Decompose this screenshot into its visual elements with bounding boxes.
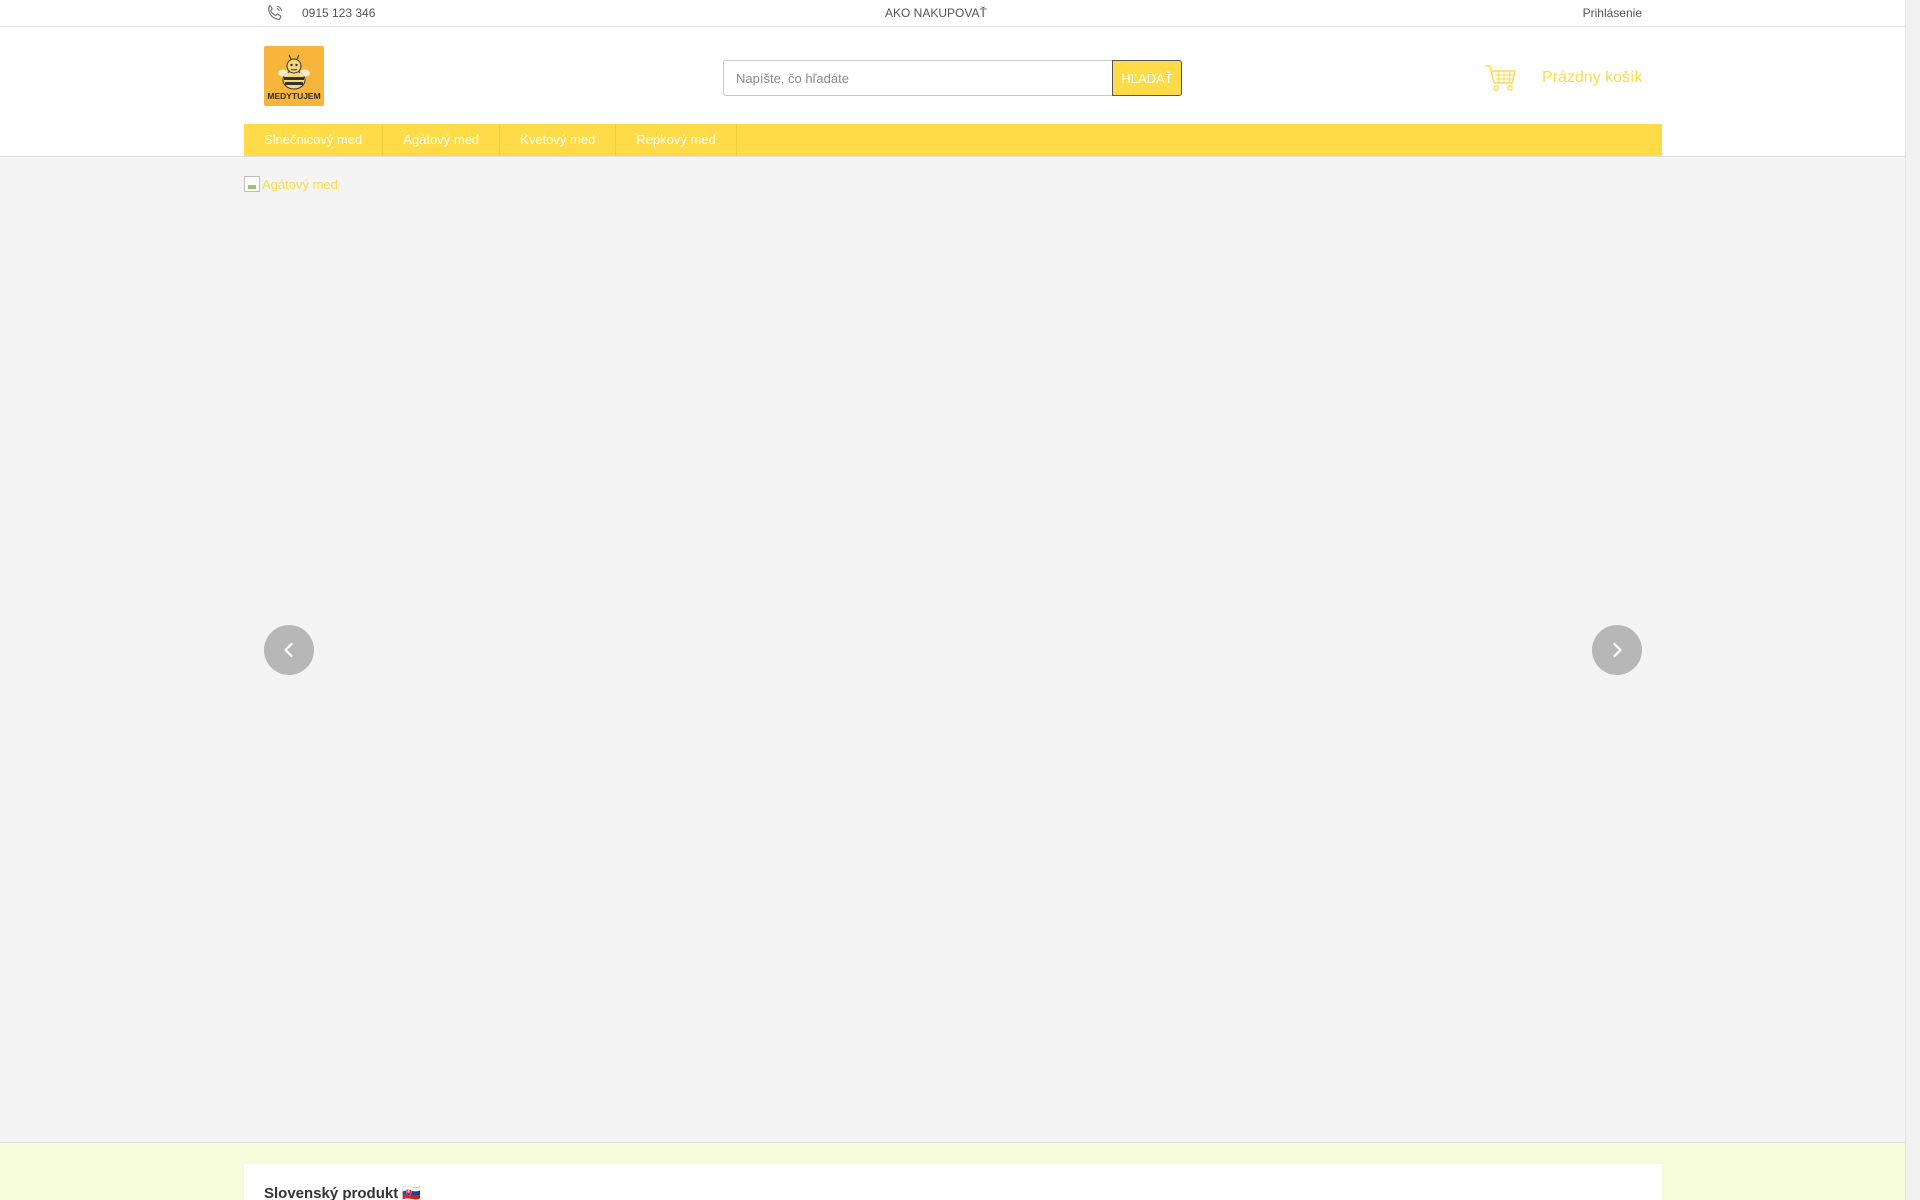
broken-image-icon bbox=[244, 176, 260, 192]
hero-carousel: Agátový med bbox=[0, 158, 1905, 1143]
nav-item-repkovy-med[interactable]: Repkový med bbox=[616, 124, 737, 156]
chevron-left-icon bbox=[284, 642, 293, 658]
logo-text: MEDYTUJEM bbox=[267, 91, 320, 101]
login-link[interactable]: Prihlásenie bbox=[1583, 6, 1642, 20]
page: 0915 123 346 AKO NAKUPOVAŤ Prihlásenie M… bbox=[0, 0, 1905, 1200]
top-bar-inner: 0915 123 346 AKO NAKUPOVAŤ Prihlásenie bbox=[264, 0, 1642, 27]
search-button[interactable]: HĽADAŤ bbox=[1112, 60, 1182, 96]
phone-number[interactable]: 0915 123 346 bbox=[302, 6, 375, 20]
cart-icon bbox=[1485, 65, 1516, 91]
hero-image[interactable]: Agátový med bbox=[244, 176, 338, 192]
nav-item-slnecnicovy-med[interactable]: Slnečnicový med bbox=[244, 124, 384, 156]
how-to-shop-link[interactable]: AKO NAKUPOVAŤ bbox=[885, 6, 987, 20]
cart-label: Prázdny košík bbox=[1542, 69, 1643, 86]
phone-icon bbox=[267, 4, 282, 21]
product-section: Slovenský produkt 🇸🇰 bbox=[244, 1164, 1662, 1200]
carousel-next-button[interactable] bbox=[1592, 625, 1642, 675]
section-title: Slovenský produkt 🇸🇰 bbox=[264, 1185, 422, 1200]
chevron-right-icon bbox=[1613, 642, 1622, 658]
carousel-prev-button[interactable] bbox=[264, 625, 314, 675]
logo[interactable]: MEDYTUJEM bbox=[264, 46, 324, 106]
nav-item-agatovy-med[interactable]: Agátový med bbox=[383, 124, 501, 156]
top-bar: 0915 123 346 AKO NAKUPOVAŤ Prihlásenie bbox=[0, 0, 1905, 27]
main-nav: Slnečnicový med Agátový med Kvetový med … bbox=[244, 124, 1662, 156]
bee-logo-icon: MEDYTUJEM bbox=[264, 46, 324, 106]
search-input[interactable] bbox=[723, 60, 1113, 96]
nav-item-kvetovy-med[interactable]: Kvetový med bbox=[500, 124, 617, 156]
hero-image-alt: Agátový med bbox=[262, 176, 338, 192]
scrollbar[interactable] bbox=[1905, 0, 1920, 1200]
header: MEDYTUJEM HĽADAŤ Prázdny košík Slnečnico… bbox=[0, 27, 1905, 157]
